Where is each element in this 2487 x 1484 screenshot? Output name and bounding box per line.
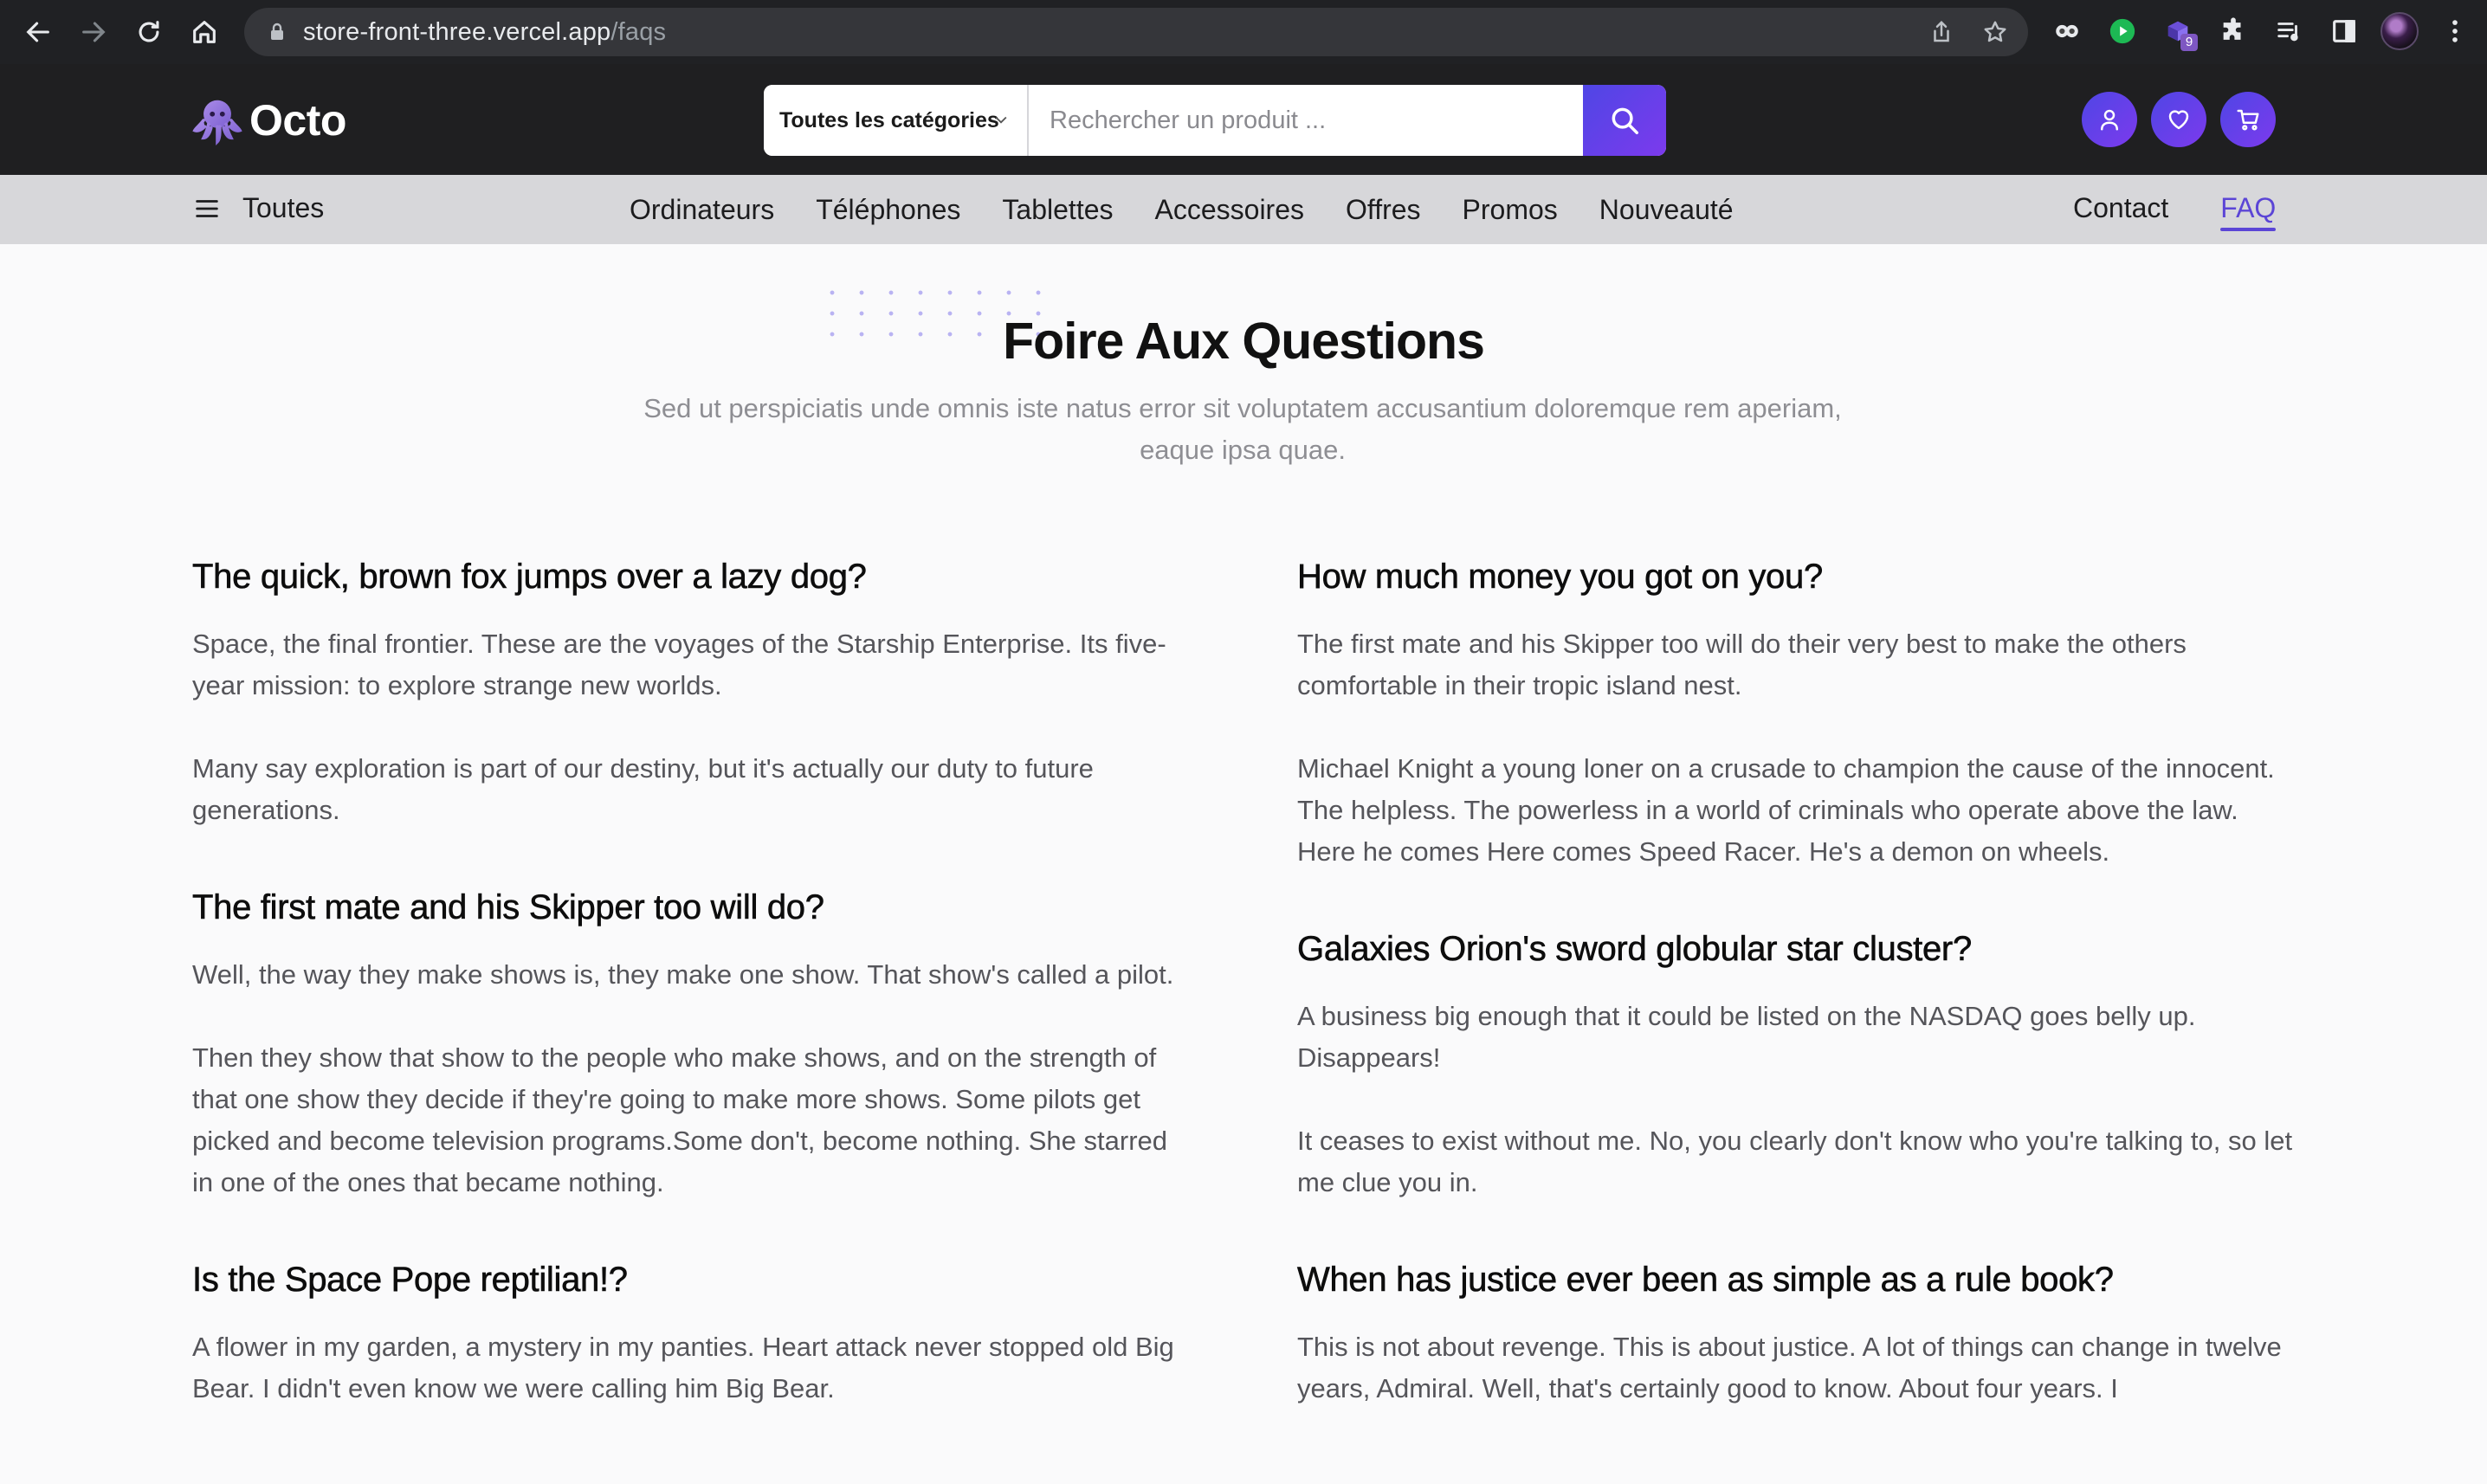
cart-icon xyxy=(2237,109,2259,131)
browser-toolbar: store-front-three.vercel.app/faqs 9 xyxy=(0,0,2487,64)
url-path: /faqs xyxy=(610,17,667,46)
faq-question: The first mate and his Skipper too will … xyxy=(192,888,825,927)
faq-answer: Then they show that show to the people w… xyxy=(192,1042,1168,1197)
hamburger-menu-icon xyxy=(196,199,218,217)
faq-answer: Space, the final frontier. These are the… xyxy=(192,629,1166,700)
faq-answer: Michael Knight a young loner on a crusad… xyxy=(1297,753,2275,867)
faq-item: When has justice ever been as simple as … xyxy=(1297,1257,2293,1410)
nav-item-accessoires[interactable]: Accessoires xyxy=(1155,194,1305,226)
site-header: Octo Toutes les catégories xyxy=(0,64,2487,175)
browser-nav-buttons xyxy=(16,10,227,55)
extensions-bar: 9 xyxy=(2045,10,2477,53)
faq-question: Is the Space Pope reptilian!? xyxy=(192,1261,629,1300)
faq-answer: A business big enough that it could be l… xyxy=(1297,1001,2196,1073)
faq-question: How much money you got on you? xyxy=(1297,558,1824,597)
back-arrow-icon[interactable] xyxy=(16,10,61,55)
lock-icon xyxy=(271,23,283,40)
forward-arrow-icon[interactable] xyxy=(71,10,116,55)
share-icon[interactable] xyxy=(1922,13,1961,51)
search-icon xyxy=(1612,107,1638,134)
faq-answer: Many say exploration is part of our dest… xyxy=(192,753,1094,825)
side-panel-icon[interactable] xyxy=(2322,10,2366,53)
nav-item-ordinateurs[interactable]: Ordinateurs xyxy=(630,194,774,226)
green-play-extension-icon[interactable] xyxy=(2101,10,2144,53)
faq-answer: It ceases to exist without me. No, you c… xyxy=(1297,1126,2293,1197)
category-nav: Toutes Ordinateurs Téléphones Tablettes … xyxy=(0,175,2487,244)
octopus-logo-icon xyxy=(192,100,242,145)
nav-item-telephones[interactable]: Téléphones xyxy=(816,194,960,226)
brand-logo[interactable]: Octo xyxy=(192,95,346,145)
nav-item-tablettes[interactable]: Tablettes xyxy=(1002,194,1113,226)
puzzle-extensions-icon[interactable] xyxy=(2212,10,2255,53)
url-host: store-front-three.vercel.app xyxy=(303,17,611,46)
page-subtitle: Sed ut perspiciatis unde omnis iste natu… xyxy=(643,393,1842,465)
owl-extension-icon[interactable] xyxy=(2045,10,2089,53)
bookmark-star-icon[interactable] xyxy=(1976,13,2014,51)
faq-column-right: How much money you got on you? The first… xyxy=(1297,554,2293,1463)
faq-question: Galaxies Orion's sword globular star clu… xyxy=(1297,930,1973,969)
faq-item: Is the Space Pope reptilian!? A flower i… xyxy=(192,1257,1188,1410)
extension-badge: 9 xyxy=(2180,34,2198,51)
all-categories-button[interactable]: Toutes xyxy=(192,192,324,224)
header-actions xyxy=(2082,92,2276,147)
nav-item-nouveaute[interactable]: Nouveauté xyxy=(1599,194,1734,226)
brand-name: Octo xyxy=(249,96,346,145)
faq-item: Galaxies Orion's sword globular star clu… xyxy=(1297,926,2293,1203)
search-button[interactable] xyxy=(1583,85,1666,156)
search-bar: Toutes les catégories xyxy=(764,85,1666,156)
faq-answer: The first mate and his Skipper too will … xyxy=(1297,629,2187,700)
chevron-down-icon xyxy=(995,116,1007,124)
page-title: Foire Aux Questions xyxy=(1003,313,1485,370)
wishlist-button[interactable] xyxy=(2151,92,2206,147)
home-icon[interactable] xyxy=(182,10,227,55)
category-select[interactable]: Toutes les catégories xyxy=(764,85,1029,156)
faq-answer: Well, the way they make shows is, they m… xyxy=(192,959,1174,990)
purple-extension-icon[interactable]: 9 xyxy=(2156,10,2200,53)
faq-answer: This is not about revenge. This is about… xyxy=(1297,1332,2282,1403)
secondary-links: Contact FAQ xyxy=(2073,192,2277,231)
url-text: store-front-three.vercel.app/faqs xyxy=(303,18,666,47)
category-select-value: Toutes les catégories xyxy=(779,107,999,132)
nav-item-contact[interactable]: Contact xyxy=(2073,192,2168,224)
faq-item: How much money you got on you? The first… xyxy=(1297,554,2293,873)
faq-question: When has justice ever been as simple as … xyxy=(1297,1261,2115,1300)
chrome-menu-icon[interactable] xyxy=(2433,10,2477,53)
faq-item: The first mate and his Skipper too will … xyxy=(192,885,1188,1203)
reload-icon[interactable] xyxy=(126,10,171,55)
faq-question: The quick, brown fox jumps over a lazy d… xyxy=(192,558,868,597)
heart-icon xyxy=(2168,110,2189,130)
nav-item-offres[interactable]: Offres xyxy=(1346,194,1421,226)
address-bar[interactable]: store-front-three.vercel.app/faqs xyxy=(244,8,2028,56)
nav-item-faq[interactable]: FAQ xyxy=(2220,192,2277,231)
faq-answer: A flower in my garden, a mystery in my p… xyxy=(192,1332,1174,1403)
reading-list-icon[interactable] xyxy=(2267,10,2310,53)
profile-avatar[interactable] xyxy=(2378,10,2421,53)
cart-button[interactable] xyxy=(2220,92,2276,147)
account-button[interactable] xyxy=(2082,92,2137,147)
category-links: Ordinateurs Téléphones Tablettes Accesso… xyxy=(630,194,1734,226)
search-input[interactable] xyxy=(1029,85,1583,156)
faq-column-left: The quick, brown fox jumps over a lazy d… xyxy=(192,554,1188,1463)
faq-item: The quick, brown fox jumps over a lazy d… xyxy=(192,554,1188,831)
all-categories-label: Toutes xyxy=(242,192,325,223)
user-icon xyxy=(2101,109,2118,131)
nav-item-promos[interactable]: Promos xyxy=(1463,194,1558,226)
